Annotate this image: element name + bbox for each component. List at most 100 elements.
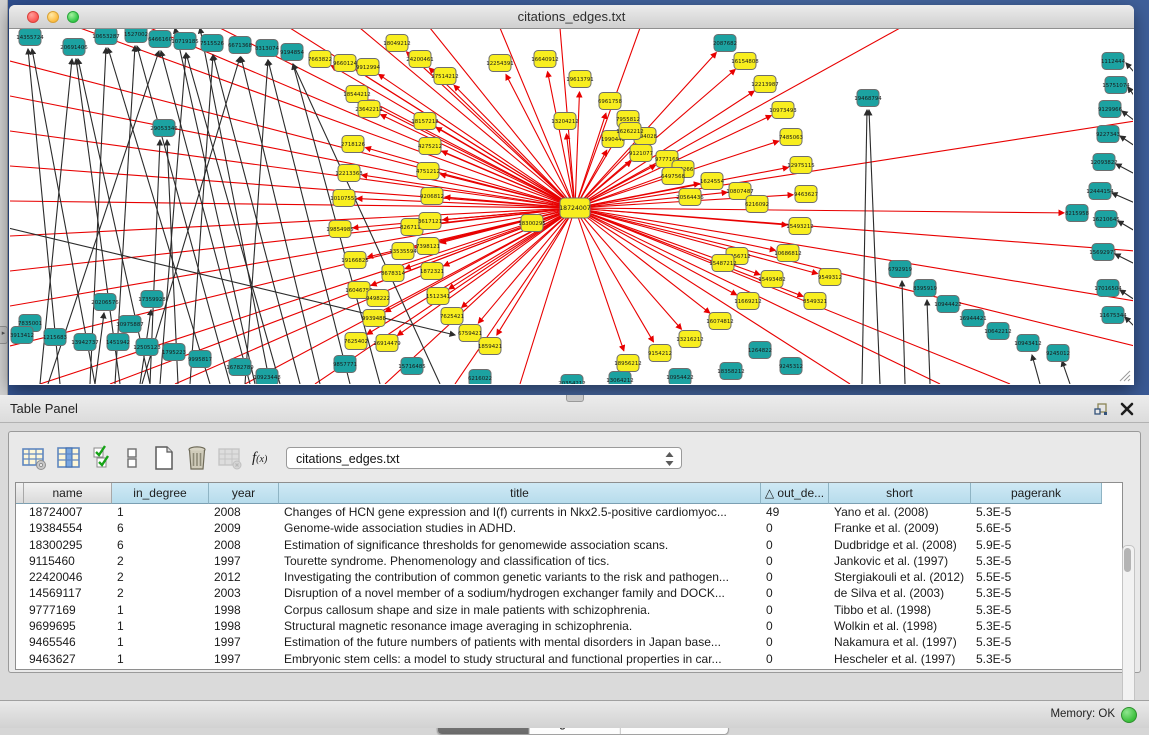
table-panel-header: Table Panel [0,395,1149,423]
graph-edge[interactable] [10,96,575,208]
graph-edge[interactable] [575,92,579,208]
table-row[interactable]: 946554611997Estimation of the future num… [16,634,1122,650]
table-scrollbar[interactable] [1122,545,1135,709]
float-panel-icon[interactable] [1093,401,1109,417]
graph-node-label: 15487212 [709,261,736,267]
column-header-name[interactable]: name [24,483,112,504]
graph-edge[interactable] [200,29,270,384]
selection-mode-icon[interactable] [92,445,114,471]
column-header-in_degree[interactable]: in_degree [112,483,209,504]
table-cell: 49 [761,504,829,520]
table-row[interactable]: 1830029562008Estimation of significance … [16,537,1122,553]
graph-edge[interactable] [575,208,681,329]
graph-edge[interactable] [927,300,930,384]
graph-edge[interactable] [1126,63,1133,73]
graph-edge[interactable] [869,110,880,384]
graph-edge[interactable] [548,72,575,208]
table-header-row: namein_degreeyeartitle△ out_de...shortpa… [16,483,1122,504]
graph-edge[interactable] [160,53,186,384]
graph-edge[interactable] [862,110,867,384]
table-row[interactable]: 1872400712008Changes of HCN gene express… [16,504,1122,520]
table-cell: 2 [112,553,209,569]
table-row[interactable]: 1456911722003Disruption of a novel membe… [16,585,1122,601]
graph-node-label: 10943412 [1014,341,1041,347]
graph-edge[interactable] [1116,164,1133,174]
graph-node-label: 8215958 [1065,211,1090,217]
graph-node-label: 9660124 [333,61,358,67]
table-cell: Tibbo et al. (1998) [829,602,971,618]
graph-edge[interactable] [575,208,1133,301]
column-header-pagerank[interactable]: pagerank [971,483,1102,504]
graph-edge[interactable] [161,51,250,384]
memory-status-indicator[interactable] [1121,707,1137,723]
graph-node-label: 1451942 [106,340,130,346]
graph-edge[interactable] [190,55,213,384]
graph-node-label: 23642212 [355,107,382,113]
function-builder-icon[interactable]: f(x) [252,445,284,471]
network-canvas[interactable]: 1435572420691406106532871527002646616010… [10,29,1133,384]
table-cell: Structural magnetic resonance image aver… [279,618,761,634]
column-header-title[interactable]: title [279,483,761,504]
graph-edge[interactable] [137,46,230,384]
graph-node-label: 9154212 [648,351,672,357]
create-table-icon[interactable] [151,445,177,471]
graph-edge[interactable] [1115,254,1133,264]
graph-node-label: 7625402 [344,339,368,345]
window-titlebar[interactable]: citations_edges.txt [9,5,1134,29]
table-cell: 9465546 [24,634,112,650]
show-columns-icon[interactable] [56,445,82,471]
network-graph[interactable]: 1435572420691406106532871527002646616010… [10,29,1133,384]
table-row[interactable]: 2242004622012Investigating the contribut… [16,569,1122,585]
table-row[interactable]: 969969511998Structural magnetic resonanc… [16,618,1122,634]
table-row[interactable]: 977716911998Corpus callosum shape and si… [16,602,1122,618]
row-height-icon[interactable] [125,445,139,471]
resize-grip-icon[interactable] [1117,368,1131,382]
graph-edge[interactable] [575,208,1064,213]
graph-edge[interactable] [245,60,268,384]
collapsed-panel-tab[interactable]: ▸ [0,326,8,344]
graph-edge[interactable] [379,74,575,208]
graph-node-label: 9206812 [420,194,444,200]
table-scrollbar-thumb[interactable] [1124,548,1131,572]
graph-node-label: 15692971 [1089,250,1116,256]
graph-edge[interactable] [902,281,905,384]
table-row[interactable]: 946362711997Embryonic stem cells: a mode… [16,651,1122,667]
graph-edge[interactable] [1112,193,1133,203]
graph-edge[interactable] [10,208,575,236]
graph-edge[interactable] [520,208,575,384]
table-cell: 1 [112,602,209,618]
delete-trash-icon[interactable] [184,445,210,471]
graph-edge[interactable] [1122,111,1133,121]
graph-edge[interactable] [1120,136,1133,146]
graph-edge[interactable] [575,208,710,313]
table-cell: Disruption of a novel member of a sodium… [279,585,761,601]
table-cell: 9463627 [24,651,112,667]
graph-node-label: 19613791 [566,77,593,83]
graph-edge[interactable] [1062,361,1070,384]
table-cell: Franke et al. (2009) [829,520,971,536]
graph-edge[interactable] [1118,221,1133,231]
table-cell: 2003 [209,585,279,601]
table-row[interactable]: 911546021997Tourette syndrome. Phenomeno… [16,553,1122,569]
column-header-out_de[interactable]: △ out_de... [761,483,829,504]
splitter-handle[interactable] [566,395,584,402]
column-header-year[interactable]: year [209,483,279,504]
graph-edge[interactable] [381,115,575,208]
column-header-short[interactable]: short [829,483,971,504]
table-cell: 2008 [209,504,279,520]
graph-edge[interactable] [356,70,575,208]
graph-edge[interactable] [186,53,280,384]
table-row[interactable]: 1938455462009Genome-wide association stu… [16,520,1122,536]
table-cell: 0 [761,537,829,553]
table-settings-icon[interactable] [21,445,47,471]
close-panel-icon[interactable] [1119,401,1135,417]
graph-edge[interactable] [575,208,1133,346]
graph-node-label: 17016504 [1094,286,1122,292]
table-cell: 2 [112,585,209,601]
table-cell: 5.6E-5 [971,520,1102,536]
graph-node-label: 15493482 [758,277,785,283]
graph-node-label: 6792919 [888,267,913,273]
graph-edge[interactable] [454,85,575,208]
graph-edge[interactable] [1032,355,1040,384]
table-selector-dropdown[interactable]: citations_edges.txt [286,447,682,469]
